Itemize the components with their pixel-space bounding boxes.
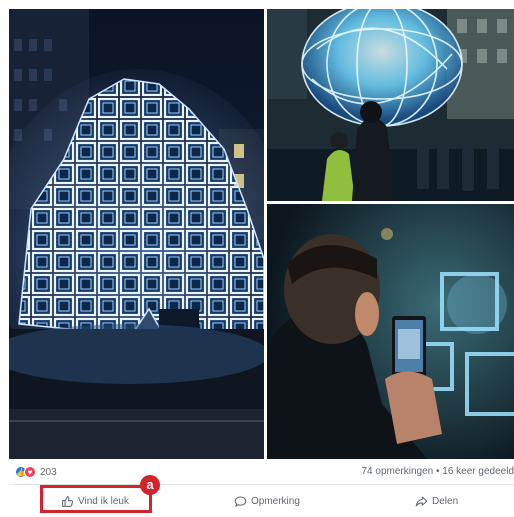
comment-button[interactable]: Opmerking xyxy=(234,493,300,509)
annotation-highlight-box xyxy=(40,485,152,513)
photo-light-globe[interactable] xyxy=(267,9,514,201)
light-sculpture-image xyxy=(9,9,264,459)
share-arrow-icon xyxy=(415,496,428,506)
light-globe-image xyxy=(267,9,514,201)
photo-grid xyxy=(7,7,514,460)
reaction-stats-bar: 👍 ♥ 203 74 opmerkingen • 16 keer gedeeld xyxy=(7,460,514,484)
comments-shares-count[interactable]: 74 opmerkingen • 16 keer gedeeld xyxy=(362,466,514,477)
comment-button-label: Opmerking xyxy=(251,495,300,507)
comment-bubble-icon xyxy=(234,496,247,507)
reaction-summary[interactable]: 👍 ♥ 203 xyxy=(15,466,57,478)
reaction-count: 203 xyxy=(40,466,57,478)
annotation-badge: a xyxy=(140,475,160,495)
share-button-label: Delen xyxy=(432,495,459,507)
heart-icon: ♥ xyxy=(24,466,36,478)
photo-light-sculpture[interactable] xyxy=(9,9,264,459)
smartphone-photo-image xyxy=(267,204,514,459)
photo-smartphone[interactable] xyxy=(267,204,514,459)
share-button[interactable]: Delen xyxy=(415,493,458,509)
facebook-post: 👍 ♥ 203 74 opmerkingen • 16 keer gedeeld… xyxy=(7,7,514,517)
